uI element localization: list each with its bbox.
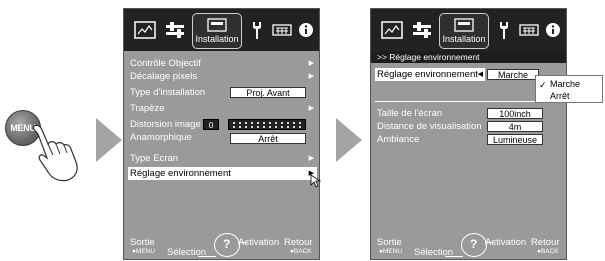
menu-item-label: Taille de l'écran — [377, 108, 443, 119]
chevron-right-icon: ▶ — [308, 105, 314, 112]
menu-item-label: Réglage environnement — [377, 69, 478, 80]
screen-icon — [454, 18, 474, 32]
tab-installation-label: Installation — [442, 34, 486, 44]
tab-information[interactable] — [298, 17, 314, 43]
footer-back-key: ●BACK — [537, 248, 559, 255]
dropdown-option-off[interactable]: Arrêt — [536, 90, 602, 102]
footer-back-label: Retour — [284, 237, 313, 248]
tab-installation[interactable]: Installation — [439, 13, 489, 49]
environment-dropdown: ✓ Marche Arrêt — [535, 75, 603, 103]
picture-icon — [134, 21, 156, 39]
tab-keyboard[interactable] — [519, 17, 539, 43]
ambiance-value[interactable]: Lumineuse — [487, 134, 543, 145]
footer-activation-label: Activation — [238, 237, 280, 248]
sliders-icon — [413, 22, 431, 38]
joystick-icon — [461, 233, 487, 257]
menu-item-label: Décalage pixels — [130, 71, 198, 82]
arrow-right-icon — [336, 118, 362, 162]
distortion-slider[interactable] — [228, 119, 306, 130]
menu-tab-bar: Installation — [124, 9, 319, 51]
chevron-left-icon: ◀ — [477, 71, 483, 78]
footer-menu-key: ●MENU — [379, 248, 403, 255]
chevron-right-icon: ▶ — [308, 60, 314, 67]
arrow-right-icon — [96, 118, 122, 162]
tab-settings[interactable] — [411, 17, 433, 43]
menu-item-label: Contrôle Objectif — [130, 58, 201, 69]
menu-item-label: Réglage environnement — [130, 168, 231, 179]
osd-screen-installation-menu: Installation Contrôle Objectif ▶ Décalag… — [123, 8, 322, 260]
menu-item-lens-control[interactable]: Contrôle Objectif ▶ — [128, 57, 317, 70]
screen-icon — [207, 18, 227, 32]
menu-item-label: Anamorphique — [130, 132, 192, 143]
menu-tab-bar: Installation — [371, 9, 566, 51]
sliders-icon — [166, 22, 184, 38]
menu-item-label: Ambiance — [377, 134, 420, 145]
tab-installation[interactable]: Installation — [192, 13, 242, 49]
dropdown-option-on[interactable]: ✓ Marche — [536, 78, 602, 90]
anamorphic-value[interactable]: Arrêt — [230, 133, 306, 144]
footer-exit-label: Sortie — [130, 237, 155, 248]
pointing-hand-icon — [32, 124, 78, 182]
footer-menu-key: ●MENU — [132, 248, 156, 255]
wrench-icon — [253, 22, 261, 39]
picture-icon — [381, 21, 403, 39]
tab-function[interactable] — [497, 17, 511, 43]
tab-settings[interactable] — [164, 17, 186, 43]
chevron-right-icon: ▶ — [308, 155, 314, 162]
tab-information[interactable] — [545, 17, 561, 43]
osd-footer: Sortie ●MENU Sélection Activation Retour… — [371, 233, 566, 259]
info-icon — [299, 23, 313, 37]
info-icon — [546, 23, 560, 37]
keyboard-icon — [519, 24, 539, 36]
tab-keyboard[interactable] — [272, 17, 292, 43]
menu-item-label: Trapèze — [130, 103, 165, 114]
dropdown-option-label: Marche — [550, 79, 581, 89]
footer-back-label: Retour — [531, 237, 560, 248]
environment-setting-value[interactable]: Marche — [487, 69, 539, 80]
osd-footer: Sortie ●MENU Sélection Activation Retour… — [124, 233, 319, 259]
viewing-distance-value[interactable]: 4m — [487, 121, 543, 132]
menu-item-label: Distorsion image — [130, 119, 201, 130]
menu-item-label: Type Ecran — [130, 153, 179, 164]
menu-item-environment-setting[interactable]: Réglage environnement ◀ — [375, 68, 485, 81]
menu-item-label: Distance de visualisation — [377, 121, 482, 132]
dropdown-option-label: Arrêt — [550, 91, 570, 101]
menu-item-pixel-adjust[interactable]: Décalage pixels ▶ — [128, 70, 317, 83]
breadcrumb: >> Réglage environnement — [371, 51, 566, 63]
pointer-cursor-icon — [310, 174, 322, 188]
tab-picture[interactable] — [381, 17, 403, 43]
screen-size-value[interactable]: 100inch — [487, 108, 543, 119]
joystick-icon — [214, 233, 240, 257]
osd-screen-environment-setting: Installation >> Réglage environnement Ré… — [370, 8, 567, 260]
keyboard-icon — [272, 24, 292, 36]
menu-item-keystone[interactable]: Trapèze ▶ — [128, 102, 317, 115]
footer-back-key: ●BACK — [290, 248, 312, 255]
tab-function[interactable] — [250, 17, 264, 43]
footer-exit-label: Sortie — [377, 237, 402, 248]
tab-installation-label: Installation — [195, 34, 239, 44]
menu-item-label: Type d'installation — [130, 87, 206, 98]
menu-item-environment-setting[interactable]: Réglage environnement ▶ — [128, 167, 317, 180]
chevron-right-icon: ▶ — [308, 73, 314, 80]
menu-item-screen-type[interactable]: Type Ecran ▶ — [128, 152, 317, 165]
distortion-value: 0 — [203, 119, 219, 130]
wrench-icon — [500, 22, 508, 39]
footer-activation-label: Activation — [485, 237, 527, 248]
installation-type-value[interactable]: Proj. Avant — [230, 87, 306, 98]
tab-picture[interactable] — [134, 17, 156, 43]
